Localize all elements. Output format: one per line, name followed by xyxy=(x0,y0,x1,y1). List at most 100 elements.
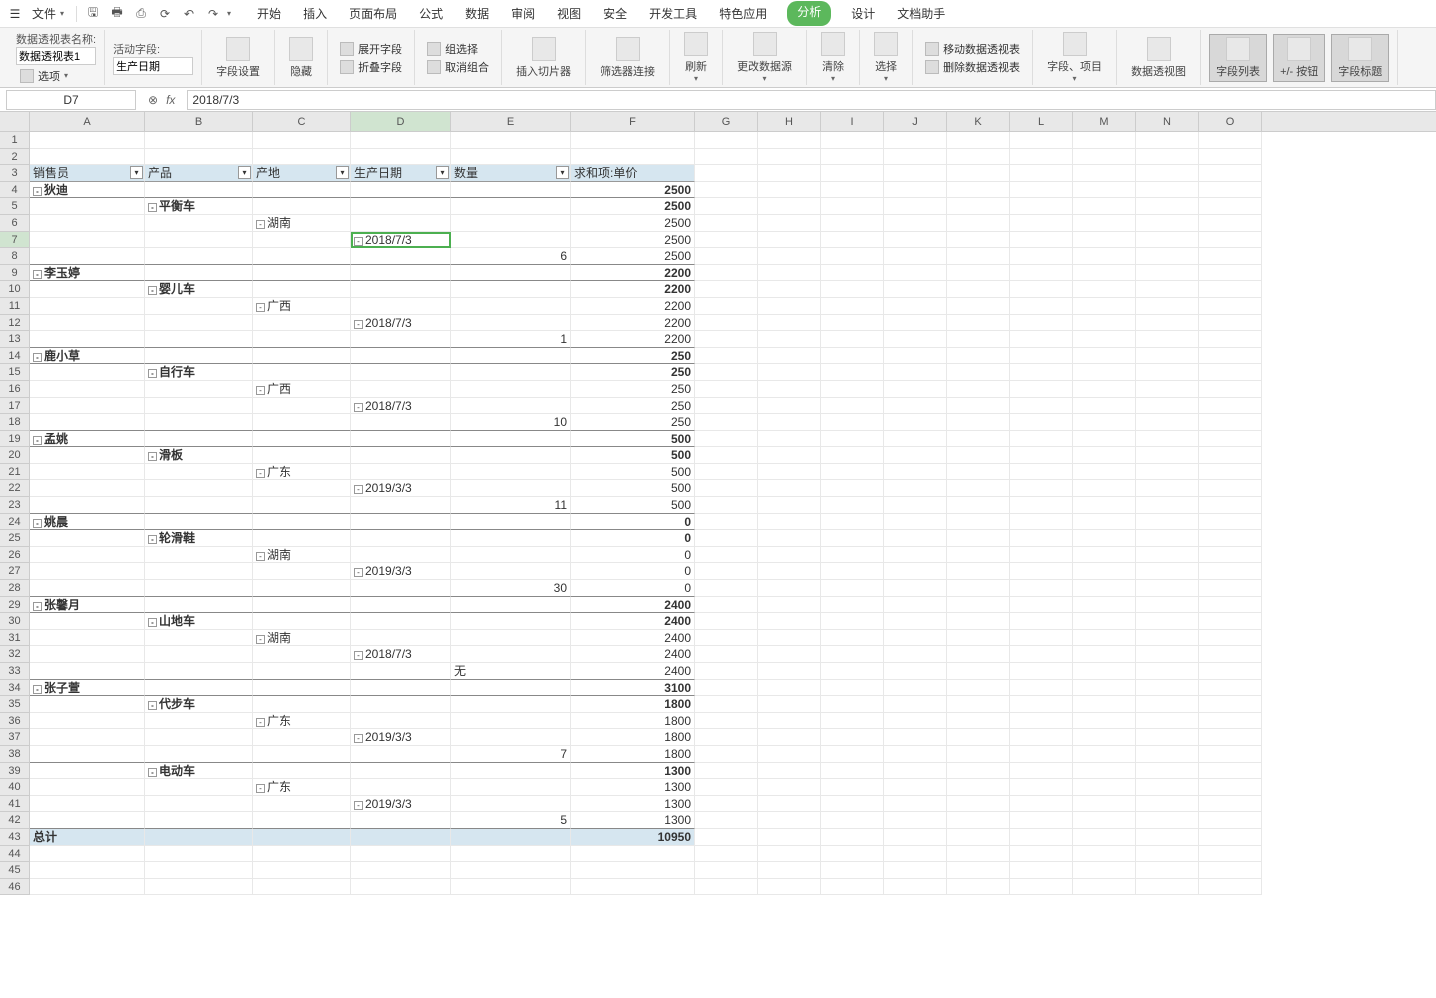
cell-I36[interactable] xyxy=(821,713,884,730)
cell-M26[interactable] xyxy=(1073,547,1136,564)
cell-H34[interactable] xyxy=(758,680,821,697)
cell-F19[interactable]: 500 xyxy=(571,431,695,448)
cell-A44[interactable] xyxy=(30,846,145,863)
cell-A29[interactable]: -张馨月 xyxy=(30,597,145,614)
cell-C17[interactable] xyxy=(253,398,351,415)
cell-C37[interactable] xyxy=(253,729,351,746)
cell-B33[interactable] xyxy=(145,663,253,680)
cell-C3[interactable]: 产地▾ xyxy=(253,165,351,182)
cell-J10[interactable] xyxy=(884,281,947,298)
cell-M32[interactable] xyxy=(1073,646,1136,663)
cell-A18[interactable] xyxy=(30,414,145,431)
collapse-icon[interactable]: - xyxy=(148,618,157,627)
cell-K25[interactable] xyxy=(947,530,1010,547)
collapse-icon[interactable]: - xyxy=(256,303,265,312)
cell-E34[interactable] xyxy=(451,680,571,697)
row-header-30[interactable]: 30 xyxy=(0,613,29,630)
cell-C36[interactable]: -广东 xyxy=(253,713,351,730)
tab-8[interactable]: 开发工具 xyxy=(647,1,699,26)
cell-B18[interactable] xyxy=(145,414,253,431)
cell-F36[interactable]: 1800 xyxy=(571,713,695,730)
cell-O36[interactable] xyxy=(1199,713,1262,730)
cell-F39[interactable]: 1300 xyxy=(571,763,695,780)
cell-M19[interactable] xyxy=(1073,431,1136,448)
cell-H12[interactable] xyxy=(758,315,821,332)
cell-F46[interactable] xyxy=(571,879,695,896)
cell-N36[interactable] xyxy=(1136,713,1199,730)
change-source-button[interactable]: 更改数据源▾ xyxy=(731,30,798,85)
cell-J44[interactable] xyxy=(884,846,947,863)
fields-items-button[interactable]: 字段、项目▾ xyxy=(1041,30,1108,85)
cell-E3[interactable]: 数量▾ xyxy=(451,165,571,182)
cell-E21[interactable] xyxy=(451,464,571,481)
cell-D1[interactable] xyxy=(351,132,451,149)
cell-A32[interactable] xyxy=(30,646,145,663)
cell-J7[interactable] xyxy=(884,232,947,249)
col-header-E[interactable]: E xyxy=(451,112,571,131)
cell-N7[interactable] xyxy=(1136,232,1199,249)
cell-E6[interactable] xyxy=(451,215,571,232)
tab-2[interactable]: 页面布局 xyxy=(347,1,399,26)
collapse-icon[interactable]: - xyxy=(148,701,157,710)
cell-N27[interactable] xyxy=(1136,563,1199,580)
cell-L39[interactable] xyxy=(1010,763,1073,780)
cell-G37[interactable] xyxy=(695,729,758,746)
cell-K28[interactable] xyxy=(947,580,1010,597)
cell-C14[interactable] xyxy=(253,348,351,365)
cell-A15[interactable] xyxy=(30,364,145,381)
cell-C45[interactable] xyxy=(253,862,351,879)
cell-H9[interactable] xyxy=(758,265,821,282)
cell-D18[interactable] xyxy=(351,414,451,431)
cell-G35[interactable] xyxy=(695,696,758,713)
row-header-5[interactable]: 5 xyxy=(0,198,29,215)
col-header-B[interactable]: B xyxy=(145,112,253,131)
cell-H24[interactable] xyxy=(758,514,821,531)
cell-E1[interactable] xyxy=(451,132,571,149)
collapse-field-button[interactable]: 折叠字段 xyxy=(336,58,406,76)
cell-B14[interactable] xyxy=(145,348,253,365)
cell-K8[interactable] xyxy=(947,248,1010,265)
cell-H40[interactable] xyxy=(758,779,821,796)
cell-I39[interactable] xyxy=(821,763,884,780)
cell-D41[interactable]: -2019/3/3 xyxy=(351,796,451,813)
cell-B2[interactable] xyxy=(145,149,253,166)
cell-M37[interactable] xyxy=(1073,729,1136,746)
cell-G24[interactable] xyxy=(695,514,758,531)
cell-H41[interactable] xyxy=(758,796,821,813)
cell-F21[interactable]: 500 xyxy=(571,464,695,481)
cell-O25[interactable] xyxy=(1199,530,1262,547)
cell-D15[interactable] xyxy=(351,364,451,381)
cell-M34[interactable] xyxy=(1073,680,1136,697)
cell-H13[interactable] xyxy=(758,331,821,348)
cell-L15[interactable] xyxy=(1010,364,1073,381)
cell-D27[interactable]: -2019/3/3 xyxy=(351,563,451,580)
cell-N45[interactable] xyxy=(1136,862,1199,879)
cell-M16[interactable] xyxy=(1073,381,1136,398)
col-header-L[interactable]: L xyxy=(1010,112,1073,131)
cell-F25[interactable]: 0 xyxy=(571,530,695,547)
cell-N33[interactable] xyxy=(1136,663,1199,680)
row-header-14[interactable]: 14 xyxy=(0,348,29,365)
cell-M5[interactable] xyxy=(1073,198,1136,215)
cell-I14[interactable] xyxy=(821,348,884,365)
cell-H35[interactable] xyxy=(758,696,821,713)
cell-O40[interactable] xyxy=(1199,779,1262,796)
cell-I42[interactable] xyxy=(821,812,884,829)
cell-D23[interactable] xyxy=(351,497,451,514)
cell-K43[interactable] xyxy=(947,829,1010,846)
col-header-J[interactable]: J xyxy=(884,112,947,131)
cell-N26[interactable] xyxy=(1136,547,1199,564)
collapse-icon[interactable]: - xyxy=(354,734,363,743)
cell-H46[interactable] xyxy=(758,879,821,896)
cell-B5[interactable]: -平衡车 xyxy=(145,198,253,215)
cell-C33[interactable] xyxy=(253,663,351,680)
cell-H44[interactable] xyxy=(758,846,821,863)
collapse-icon[interactable]: - xyxy=(354,568,363,577)
cell-F4[interactable]: 2500 xyxy=(571,182,695,199)
cell-N12[interactable] xyxy=(1136,315,1199,332)
cell-F37[interactable]: 1800 xyxy=(571,729,695,746)
cell-M31[interactable] xyxy=(1073,630,1136,647)
cell-M22[interactable] xyxy=(1073,480,1136,497)
cell-I35[interactable] xyxy=(821,696,884,713)
cell-F28[interactable]: 0 xyxy=(571,580,695,597)
